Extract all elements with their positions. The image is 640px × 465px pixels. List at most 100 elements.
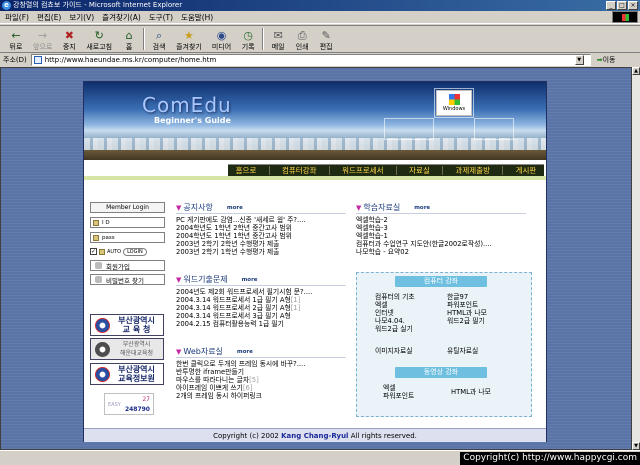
address-dropdown-icon[interactable]: ▼: [574, 55, 584, 65]
toolbar: ← 뒤로 → 앞으로 ✖ 중지 ↻ 새로고침 ⌂ 홈 ⌕ 검색 ★ 즐겨찾기 ◉ 미디어 ◷ 기록…: [0, 25, 640, 53]
web-data-item[interactable]: 반투명한 iframe만들기: [176, 368, 346, 376]
id-label: I D: [102, 219, 110, 226]
vertical-scrollbar[interactable]: ▲ ▼: [632, 67, 640, 450]
scroll-up-icon[interactable]: ▲: [632, 67, 640, 75]
web-data-item[interactable]: 한번 클릭으로 두개의 프레임 동시에 바꾸?....: [176, 360, 346, 368]
study-item[interactable]: 컴퓨터과 수업연구 지도안(한글2002로작성)....: [356, 240, 526, 248]
study-item[interactable]: 엑셀학습-2: [356, 216, 526, 224]
search-button[interactable]: ⌕ 검색: [147, 26, 171, 52]
utility-resources-link[interactable]: 유틸자료실: [447, 347, 511, 355]
lecture-link[interactable]: 파워포인트: [447, 301, 511, 309]
lecture-link[interactable]: 워드2급 실기: [375, 325, 439, 333]
menu-file[interactable]: 파일(F): [5, 12, 29, 23]
maximize-button[interactable]: □: [617, 1, 627, 10]
busan-education-office-link[interactable]: 부산광역시 교 육 청: [90, 314, 164, 336]
nav-computer-lecture[interactable]: 컴퓨터강좌: [279, 165, 320, 176]
web-data-more-link[interactable]: more: [237, 349, 253, 355]
notice-item[interactable]: PC 게기판에도 감염...신종 '새세르 웜' 주?....: [176, 216, 346, 224]
lecture-link[interactable]: 인터넷: [375, 309, 439, 317]
menu-edit[interactable]: 편집(E): [37, 12, 61, 23]
forward-button[interactable]: → 앞으로: [28, 26, 57, 52]
back-button[interactable]: ← 뒤로: [4, 26, 28, 52]
search-label: 검색: [152, 43, 166, 51]
person-icon: [95, 262, 102, 269]
notice-item[interactable]: 2004학년도 1학년 2학년 중간고사 범위: [176, 224, 346, 232]
window-title: 강창렬의 컴쵸보 가이드 - Microsoft Internet Explor…: [13, 1, 183, 9]
web-page: ComEdu Beginner's Guide Windows 홈으로 컴퓨터강…: [83, 81, 547, 442]
notice-item[interactable]: 2003년 2학기 2학년 수행평가 제출: [176, 240, 346, 248]
study-item[interactable]: 엑셀학습-1: [356, 232, 526, 240]
web-data-item[interactable]: 아이프레임 이쁘게 쓰기[6]: [176, 384, 346, 392]
lecture-link[interactable]: 한글97: [447, 293, 511, 301]
nav-board[interactable]: 게시판: [513, 165, 540, 176]
notice-item[interactable]: 2003년 2학기 1학년 수행평가 제출: [176, 248, 346, 256]
lecture-link[interactable]: HTML과 나모: [447, 309, 511, 317]
haeundae-education-office-link[interactable]: 부산광역시 해운대교육청: [90, 338, 164, 360]
study-more-link[interactable]: more: [414, 205, 430, 211]
search-icon: ⌕: [156, 29, 163, 42]
nav-word-processor[interactable]: 워드프로세서: [339, 165, 386, 176]
favorites-icon: ★: [184, 29, 194, 42]
scroll-down-icon[interactable]: ▼: [632, 442, 640, 450]
login-button[interactable]: LOGIN: [123, 247, 147, 256]
mail-button[interactable]: ✉ 메일: [266, 26, 290, 52]
lecture-link[interactable]: 엑셀: [375, 301, 439, 309]
lecture-link[interactable]: 컴퓨터의 기초: [375, 293, 439, 301]
busan-education-info-link[interactable]: 부산광역시 교육정보원: [90, 363, 164, 385]
triangle-icon: ▼: [176, 203, 182, 212]
home-label: 홈: [125, 43, 133, 51]
windows-throbber-icon: [612, 11, 638, 23]
refresh-button[interactable]: ↻ 새로고침: [81, 26, 117, 52]
history-button[interactable]: ◷ 기록: [236, 26, 260, 52]
go-button[interactable]: ➡이동: [597, 55, 616, 65]
home-button[interactable]: ⌂ 홈: [117, 26, 141, 52]
notice-item[interactable]: 2004학년도 1학년 1학년 중간고사 범위: [176, 232, 346, 240]
menu-view[interactable]: 보기(V): [69, 12, 94, 23]
word-quiz-item[interactable]: 2004년도 제2회 워드프로세서 필기시험 문?....: [176, 288, 346, 296]
computer-lecture-list: 컴퓨터의 기초 한글97 엑셀 파워포인트 인터넷 HTML과 나모 나모4.0…: [375, 293, 511, 333]
footer-suffix: All rights reserved.: [350, 432, 417, 440]
study-item[interactable]: 나모학습 - 요약02: [356, 248, 526, 256]
nav-resources[interactable]: 자료실: [406, 165, 433, 176]
video-lecture-link[interactable]: 파워포인트: [383, 392, 443, 400]
nav-assignments[interactable]: 과제제출방: [452, 165, 493, 176]
media-button[interactable]: ◉ 미디어: [207, 26, 236, 52]
favorites-button[interactable]: ★ 즐겨찾기: [171, 26, 207, 52]
auto-login-checkbox[interactable]: ✓: [90, 248, 97, 255]
address-field[interactable]: ▼: [30, 54, 591, 66]
stop-button[interactable]: ✖ 중지: [57, 26, 81, 52]
word-quiz-item[interactable]: 2004.3.14 워드프로세서 1급 필기 A형[1]: [176, 296, 346, 304]
web-data-item[interactable]: 마우스를 따라다니는 글자[5]: [176, 376, 346, 384]
word-quiz-item[interactable]: 2004.3.14 워드프로세서 2급 필기 A형[1]: [176, 304, 346, 312]
video-lecture-link[interactable]: 엑셀: [383, 384, 443, 392]
nav-home[interactable]: 홈으로: [233, 165, 260, 176]
address-input[interactable]: [44, 56, 575, 64]
password-field[interactable]: pass: [90, 232, 165, 243]
notices-more-link[interactable]: more: [227, 205, 243, 211]
close-button[interactable]: ×: [628, 1, 638, 10]
edit-button[interactable]: ✎ 편집: [314, 26, 338, 52]
member-login-box: Member Login I D pass ✓ AUTO LOGIN 회원가입 …: [90, 202, 165, 285]
word-quiz-item[interactable]: 2004.3.14 워드프로세서 3급 필기 A형: [176, 312, 346, 320]
web-data-item[interactable]: 2개의 프레임 동시 하이퍼링크: [176, 392, 346, 400]
menu-help[interactable]: 도움말(H): [181, 12, 213, 23]
print-button[interactable]: ⎙ 인쇄: [290, 26, 314, 52]
find-password-button[interactable]: 비밀번호 찾기: [90, 274, 165, 285]
join-button[interactable]: 회원가입: [90, 260, 165, 271]
video-lecture-link[interactable]: HTML과 나모: [451, 388, 521, 396]
lecture-link[interactable]: 나모4.04.: [375, 317, 439, 325]
triangle-icon: ▼: [176, 347, 182, 356]
image-resources-link[interactable]: 이미지자료실: [375, 347, 439, 355]
mail-label: 메일: [271, 43, 285, 51]
triangle-icon: ▼: [356, 203, 362, 212]
menu-favorites[interactable]: 즐겨찾기(A): [102, 12, 141, 23]
study-item[interactable]: 엑셀학습-3: [356, 224, 526, 232]
id-field[interactable]: I D: [90, 217, 165, 228]
lecture-link[interactable]: 워드2급 필기: [447, 317, 511, 325]
menu-tools[interactable]: 도구(T): [149, 12, 173, 23]
print-icon: ⎙: [297, 29, 307, 42]
word-quiz-more-link[interactable]: more: [242, 277, 258, 283]
word-quiz-item[interactable]: 2004.2.15 컴퓨터활용능력 1급 필기: [176, 320, 346, 328]
study-section: ▼ 학습자료실 more 엑셀학습-2 엑셀학습-3 엑셀학습-1 컴퓨터과 수업연…: [356, 202, 526, 256]
minimize-button[interactable]: _: [606, 1, 616, 10]
